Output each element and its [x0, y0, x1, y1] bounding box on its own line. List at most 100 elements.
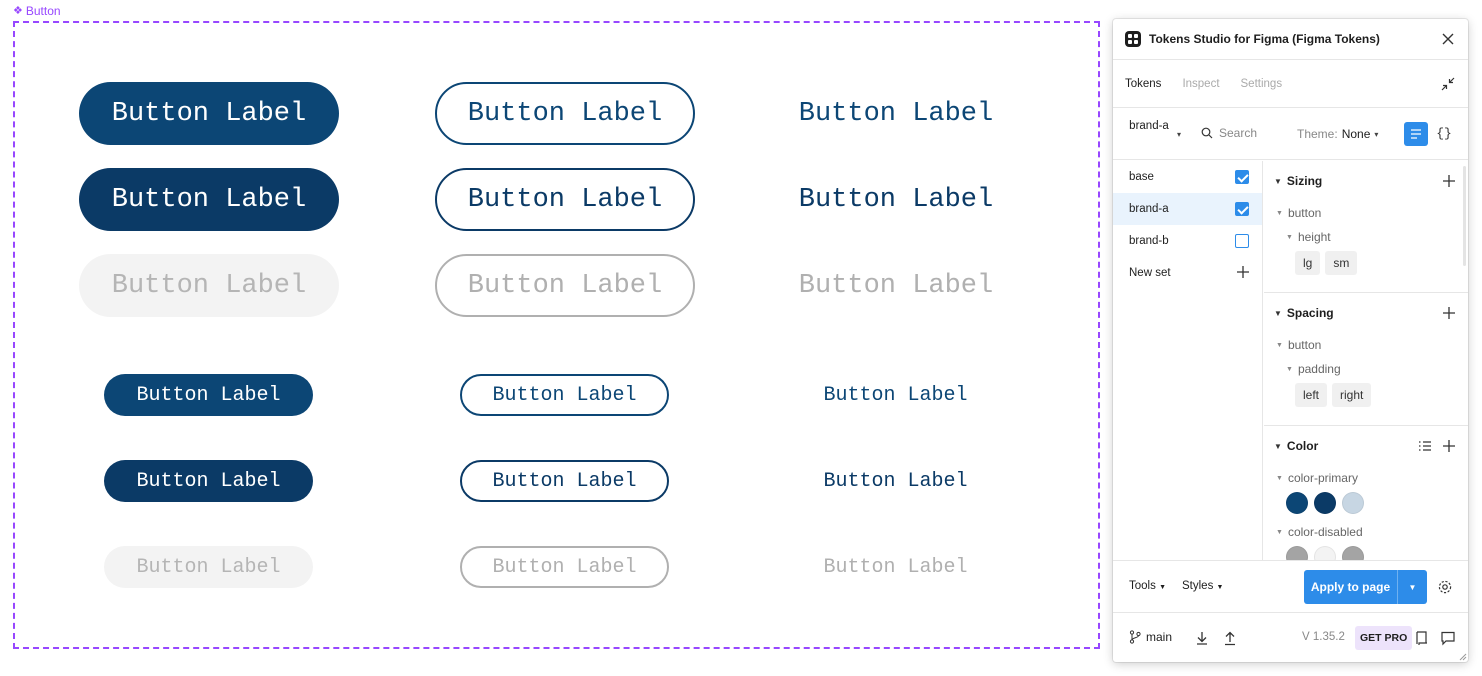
collapse-icon[interactable] [1440, 76, 1456, 92]
gear-icon[interactable] [1437, 579, 1453, 595]
token-set-checkbox[interactable] [1235, 234, 1249, 248]
group-title: Color [1286, 439, 1319, 453]
caret-down-icon: ▼ [1216, 584, 1224, 591]
primary-lg-disabled-button[interactable]: Button Label [79, 254, 339, 317]
spacing-group-header[interactable]: ▼ Spacing [1264, 293, 1468, 333]
plus-icon[interactable] [1442, 174, 1456, 188]
chevron-down-icon: ▾ [1176, 130, 1181, 139]
plus-icon[interactable] [1442, 439, 1456, 453]
theme-select[interactable]: Theme: None ▾ [1297, 127, 1378, 141]
caret-down-icon: ▼ [1274, 441, 1282, 451]
token-sets-sidebar: base brand-a brand-b New set [1113, 161, 1263, 560]
sizing-group-header[interactable]: ▼ Sizing [1264, 161, 1468, 201]
plus-icon[interactable] [1442, 306, 1456, 320]
resize-grip-icon[interactable] [1457, 651, 1467, 661]
token-pill-lg[interactable]: lg [1295, 251, 1321, 275]
primary-sm-disabled-button[interactable]: Button Label [104, 546, 313, 588]
caret-down-icon: ▼ [1276, 341, 1283, 349]
color-swatch[interactable] [1314, 492, 1336, 514]
search-input[interactable] [1219, 126, 1289, 140]
plus-icon[interactable] [1236, 265, 1250, 279]
token-node-color-primary[interactable]: ▼ color-primary [1264, 466, 1468, 490]
secondary-sm-hover-button[interactable]: Button Label [460, 460, 669, 502]
tertiary-sm-hover-button[interactable]: Button Label [791, 460, 1000, 502]
push-upload-icon[interactable] [1223, 630, 1237, 646]
token-set-select-value: brand-a [1129, 120, 1169, 132]
primary-sm-default-button[interactable]: Button Label [104, 374, 313, 416]
secondary-sm-disabled-button[interactable]: Button Label [460, 546, 669, 588]
primary-sm-hover-button[interactable]: Button Label [104, 460, 313, 502]
panel-titlebar: Tokens Studio for Figma (Figma Tokens) [1113, 19, 1468, 60]
list-icon[interactable] [1418, 439, 1432, 453]
tab-tokens[interactable]: Tokens [1125, 78, 1161, 90]
book-icon[interactable] [1415, 630, 1429, 646]
token-pill-left[interactable]: left [1295, 383, 1328, 407]
figma-canvas[interactable]: ❖ Button Button Label Button Label Butto… [0, 0, 1482, 676]
spacing-group: ▼ Spacing ▼ button ▼ padding left right [1264, 293, 1468, 426]
token-pills: left right [1264, 381, 1468, 417]
token-set-select[interactable]: brand-a ▾ [1125, 118, 1181, 139]
caret-down-icon: ▼ [1408, 582, 1417, 592]
list-view-icon [1411, 129, 1421, 139]
caret-down-icon: ▼ [1159, 584, 1166, 591]
color-swatch[interactable] [1342, 492, 1364, 514]
styles-menu-button[interactable]: Styles ▼ [1182, 580, 1223, 592]
tertiary-lg-disabled-button[interactable]: Button Label [766, 254, 1026, 317]
tertiary-lg-default-button[interactable]: Button Label [766, 82, 1026, 145]
json-view-button[interactable]: {} [1434, 124, 1454, 144]
apply-to-page-button[interactable]: Apply to page [1304, 570, 1397, 604]
token-pill-right[interactable]: right [1332, 383, 1372, 407]
color-swatch[interactable] [1286, 546, 1308, 560]
pull-download-icon[interactable] [1195, 630, 1209, 646]
color-swatch[interactable] [1314, 546, 1336, 560]
primary-lg-default-button[interactable]: Button Label [79, 82, 339, 145]
color-swatch[interactable] [1286, 492, 1308, 514]
panel-title: Tokens Studio for Figma (Figma Tokens) [1149, 32, 1380, 46]
token-set-checkbox[interactable] [1235, 170, 1249, 184]
theme-value: None [1341, 127, 1371, 141]
search-box [1201, 126, 1289, 140]
token-node-padding[interactable]: ▼ padding [1264, 357, 1468, 381]
theme-label: Theme: [1297, 127, 1338, 141]
token-node-button[interactable]: ▼ button [1264, 333, 1468, 357]
new-set-label: New set [1129, 267, 1171, 279]
list-view-button[interactable] [1404, 122, 1428, 146]
token-set-checkbox[interactable] [1235, 202, 1249, 216]
frame-label[interactable]: ❖ Button [13, 4, 61, 18]
secondary-sm-default-button[interactable]: Button Label [460, 374, 669, 416]
token-node-height[interactable]: ▼ height [1264, 225, 1468, 249]
caret-down-icon: ▼ [1276, 474, 1283, 482]
color-swatches [1264, 490, 1468, 520]
action-bar: Tools ▼ Styles ▼ Apply to page ▼ [1113, 560, 1468, 612]
close-icon[interactable] [1440, 31, 1456, 47]
token-pill-sm[interactable]: sm [1325, 251, 1358, 275]
color-swatch[interactable] [1342, 546, 1364, 560]
token-node-color-disabled[interactable]: ▼ color-disabled [1264, 520, 1468, 544]
tertiary-sm-disabled-button[interactable]: Button Label [791, 546, 1000, 588]
token-set-brand-b[interactable]: brand-b [1113, 225, 1262, 257]
token-set-brand-a[interactable]: brand-a [1113, 193, 1262, 225]
branch-selector[interactable]: main [1129, 630, 1172, 644]
chat-icon[interactable] [1440, 630, 1456, 646]
group-title: Spacing [1286, 306, 1334, 320]
token-node-button[interactable]: ▼ button [1264, 201, 1468, 225]
secondary-lg-disabled-button[interactable]: Button Label [435, 254, 695, 317]
new-set-row[interactable]: New set [1113, 257, 1262, 289]
get-pro-button[interactable]: GET PRO [1355, 626, 1413, 650]
color-group-header[interactable]: ▼ Color [1264, 426, 1468, 466]
search-icon [1201, 127, 1213, 139]
plugin-app-icon [1125, 31, 1141, 47]
tools-menu-button[interactable]: Tools ▼ [1129, 580, 1166, 592]
token-node-label: button [1287, 206, 1322, 220]
secondary-lg-hover-button[interactable]: Button Label [435, 168, 695, 231]
tertiary-lg-hover-button[interactable]: Button Label [766, 168, 1026, 231]
token-set-base[interactable]: base [1113, 161, 1262, 193]
tab-settings[interactable]: Settings [1241, 78, 1283, 90]
tab-inspect[interactable]: Inspect [1182, 78, 1219, 90]
tertiary-sm-default-button[interactable]: Button Label [791, 374, 1000, 416]
apply-options-button[interactable]: ▼ [1397, 570, 1427, 604]
primary-lg-hover-button[interactable]: Button Label [79, 168, 339, 231]
secondary-lg-default-button[interactable]: Button Label [435, 82, 695, 145]
token-node-label: height [1297, 230, 1331, 244]
component-icon: ❖ [13, 4, 23, 17]
